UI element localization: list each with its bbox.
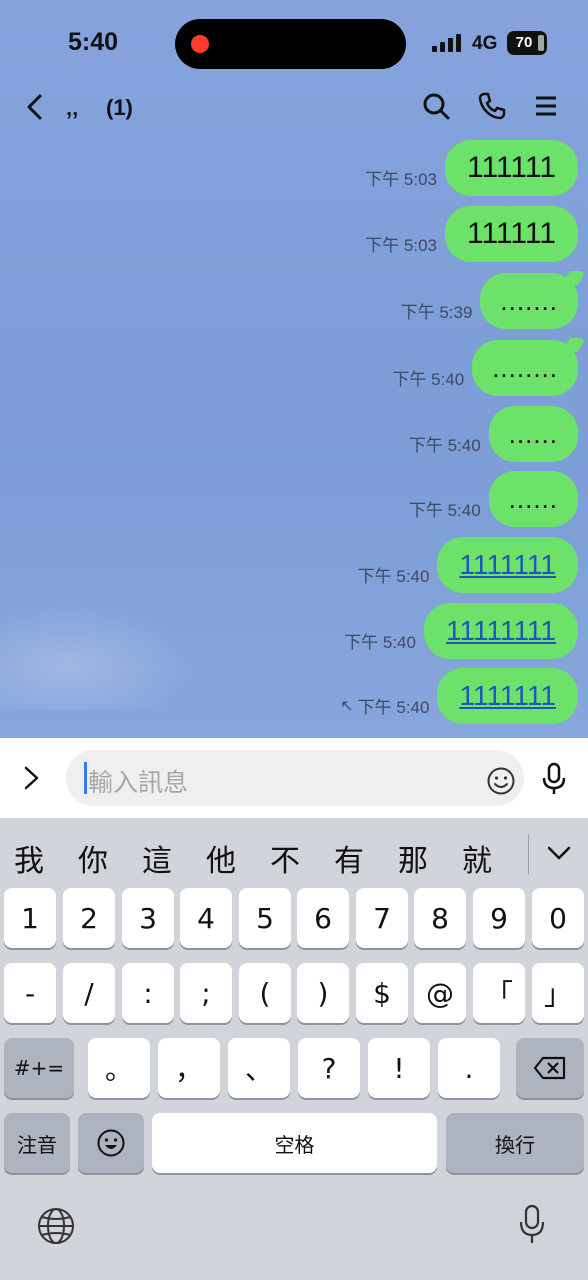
key-0[interactable]: 0 bbox=[532, 888, 584, 948]
key-close-paren[interactable]: ) bbox=[297, 963, 349, 1023]
microphone-icon[interactable] bbox=[540, 762, 568, 796]
key-comma[interactable]: ， bbox=[158, 1038, 220, 1098]
candidate-word[interactable]: 不 bbox=[270, 836, 300, 880]
message-input-placeholder: 輸入訊息 bbox=[88, 769, 189, 797]
message-row: 下午 5:03 111111 bbox=[365, 140, 578, 196]
key-2[interactable]: 2 bbox=[63, 888, 115, 948]
candidate-divider bbox=[528, 834, 529, 874]
key-at[interactable]: @ bbox=[414, 963, 466, 1023]
dictation-mic-icon[interactable] bbox=[518, 1204, 546, 1246]
message-time: 下午 5:40 bbox=[344, 633, 416, 652]
message-bubble[interactable]: ....... bbox=[480, 273, 578, 329]
message-row: 下午 5:40 ...... bbox=[409, 471, 578, 527]
backspace-key[interactable] bbox=[516, 1038, 584, 1098]
message-row: 下午 5:40 ...... bbox=[409, 406, 578, 462]
globe-icon[interactable] bbox=[36, 1206, 76, 1246]
chevron-down-icon[interactable] bbox=[546, 844, 572, 862]
message-time: 下午 5:03 bbox=[365, 170, 438, 189]
message-bubble[interactable]: ...... bbox=[488, 471, 578, 527]
menu-icon[interactable] bbox=[530, 90, 562, 122]
message-time: 下午 5:40 bbox=[357, 567, 430, 586]
key-8[interactable]: 8 bbox=[414, 888, 466, 948]
candidate-word[interactable]: 你 bbox=[78, 836, 108, 880]
message-bubble[interactable]: ........ bbox=[472, 340, 578, 396]
chat-title[interactable]: ‚‚ bbox=[66, 95, 78, 121]
search-icon[interactable] bbox=[420, 90, 452, 122]
return-key[interactable]: 換行 bbox=[446, 1113, 584, 1173]
candidate-word[interactable]: 他 bbox=[206, 836, 236, 880]
key-close-bracket[interactable]: 」 bbox=[532, 963, 584, 1023]
message-link-bubble[interactable]: 1111111 bbox=[437, 668, 578, 724]
network-type: 4G bbox=[472, 33, 498, 54]
message-row: 下午 5:40 1111111 bbox=[358, 537, 578, 593]
message-row: 下午 5:39 ....... bbox=[401, 273, 578, 329]
key-9[interactable]: 9 bbox=[473, 888, 525, 948]
candidate-word[interactable]: 這 bbox=[142, 836, 172, 880]
key-6[interactable]: 6 bbox=[297, 888, 349, 948]
text-cursor bbox=[84, 762, 87, 794]
back-arrow-icon[interactable] bbox=[22, 92, 50, 122]
keyboard: 我 你 這 他 不 有 那 就 1 2 3 4 5 6 7 8 9 0 - / … bbox=[0, 818, 588, 1280]
message-bubble[interactable]: 111111 bbox=[445, 140, 578, 196]
chevron-right-icon[interactable] bbox=[20, 762, 44, 794]
candidate-word[interactable]: 那 bbox=[398, 836, 428, 880]
status-bar: 5:40 4G 70 bbox=[0, 0, 588, 86]
message-time: 下午 5:39 bbox=[400, 303, 473, 322]
message-input-bar: 輸入訊息 bbox=[0, 738, 588, 818]
emoji-key[interactable] bbox=[78, 1113, 144, 1173]
message-row: 下午 5:03 111111 bbox=[365, 206, 578, 262]
key-full-stop[interactable]: 。 bbox=[88, 1038, 150, 1098]
signal-strength-icon bbox=[432, 34, 464, 52]
message-time: 下午 5:40 bbox=[408, 436, 481, 455]
status-time: 5:40 bbox=[68, 28, 119, 56]
background-cloud bbox=[0, 600, 200, 710]
message-bubble[interactable]: 111111 bbox=[445, 206, 578, 262]
key-dollar[interactable]: $ bbox=[356, 963, 408, 1023]
battery-icon: 70 bbox=[507, 31, 547, 55]
emoji-keyboard-icon bbox=[97, 1129, 125, 1157]
candidate-word[interactable]: 就 bbox=[462, 836, 492, 880]
key-3[interactable]: 3 bbox=[122, 888, 174, 948]
key-4[interactable]: 4 bbox=[180, 888, 232, 948]
space-key[interactable]: 空格 bbox=[152, 1113, 437, 1173]
key-slash[interactable]: / bbox=[63, 963, 115, 1023]
message-bubble[interactable]: ...... bbox=[488, 406, 578, 462]
message-row: 下午 5:40 11111111 bbox=[344, 603, 578, 659]
emoji-icon[interactable] bbox=[486, 766, 516, 796]
key-enum-comma[interactable]: 、 bbox=[228, 1038, 290, 1098]
recording-indicator-icon bbox=[191, 35, 209, 53]
phone-call-icon[interactable] bbox=[476, 90, 508, 122]
member-count: (1) bbox=[106, 95, 133, 120]
candidate-bar: 我 你 這 他 不 有 那 就 bbox=[0, 818, 588, 888]
message-time: 下午 5:03 bbox=[365, 236, 438, 255]
message-link-bubble[interactable]: 11111111 bbox=[423, 603, 578, 659]
message-link-bubble[interactable]: 1111111 bbox=[437, 537, 578, 593]
key-hyphen[interactable]: - bbox=[4, 963, 56, 1023]
key-7[interactable]: 7 bbox=[356, 888, 408, 948]
message-row: 下午 5:40 ........ bbox=[392, 340, 578, 396]
message-time: 下午 5:40 bbox=[408, 501, 481, 520]
key-open-paren[interactable]: ( bbox=[239, 963, 291, 1023]
key-open-bracket[interactable]: 「 bbox=[473, 963, 525, 1023]
symbols-key[interactable]: #+= bbox=[4, 1038, 74, 1098]
chat-header: ‚‚ (1) bbox=[0, 82, 588, 132]
backspace-icon bbox=[533, 1056, 566, 1080]
message-time: 下午 5:40 bbox=[392, 370, 465, 389]
message-time: ↖ 下午 5:40 bbox=[340, 693, 429, 718]
message-time-text: 下午 5:40 bbox=[357, 698, 430, 717]
message-row: ↖ 下午 5:40 1111111 bbox=[340, 668, 578, 724]
key-1[interactable]: 1 bbox=[4, 888, 56, 948]
candidate-word[interactable]: 有 bbox=[334, 836, 364, 880]
key-exclamation[interactable]: ! bbox=[368, 1038, 430, 1098]
candidate-word[interactable]: 我 bbox=[14, 836, 44, 880]
key-question[interactable]: ? bbox=[298, 1038, 360, 1098]
dynamic-island bbox=[175, 19, 406, 69]
key-5[interactable]: 5 bbox=[239, 888, 291, 948]
zhuyin-key[interactable]: 注音 bbox=[4, 1113, 70, 1173]
key-colon[interactable]: : bbox=[122, 963, 174, 1023]
read-arrow-icon: ↖ bbox=[340, 697, 354, 715]
key-period[interactable]: . bbox=[438, 1038, 500, 1098]
key-semicolon[interactable]: ; bbox=[180, 963, 232, 1023]
